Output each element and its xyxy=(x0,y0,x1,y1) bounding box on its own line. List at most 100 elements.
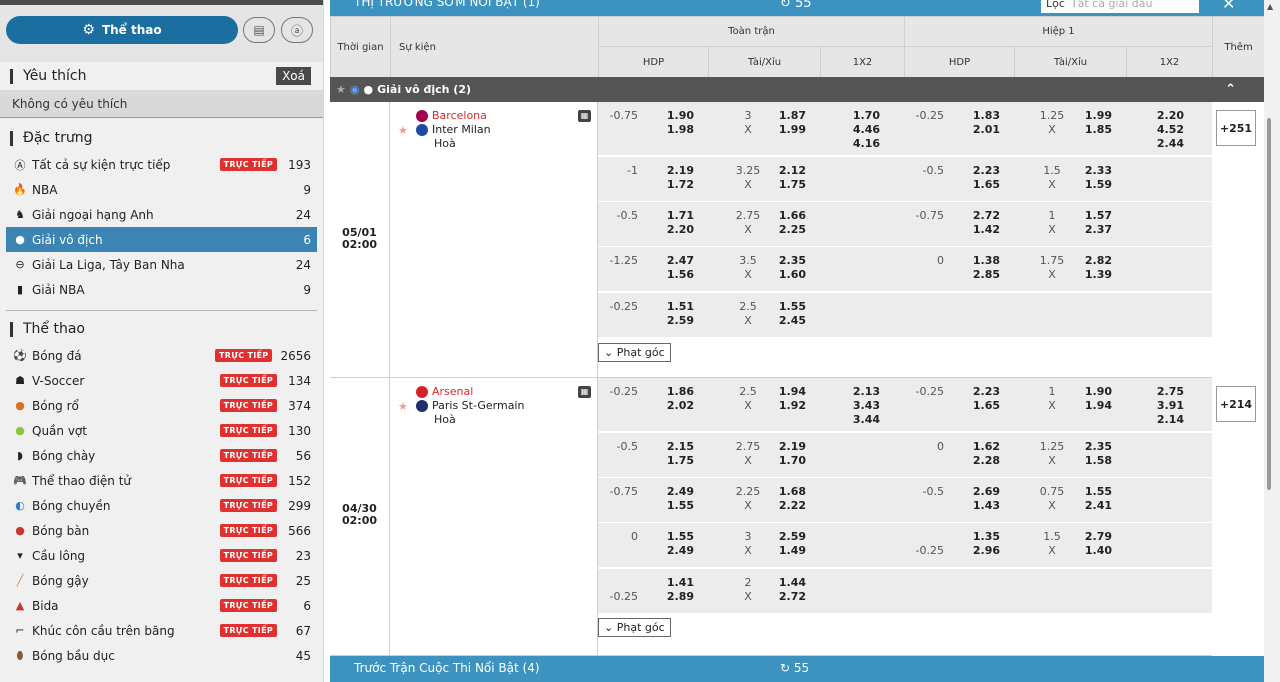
sidebar-item[interactable]: 🎮 Thể thao điện tử TRỰC TIẾP 152 xyxy=(0,468,323,493)
sidebar-item[interactable]: Ⓐ Tất cả sự kiện trực tiếp TRỰC TIẾP 193 xyxy=(0,152,323,177)
half1-over-odds[interactable]: 1.55 xyxy=(1060,485,1112,499)
half1-under-odds[interactable]: 2.41 xyxy=(1060,499,1112,513)
sidebar-item[interactable]: ● Quần vợt TRỰC TIẾP 130 xyxy=(0,418,323,443)
half1-home-odds[interactable]: 1.62 xyxy=(950,440,1000,454)
chevron-up-icon[interactable]: ⌃ xyxy=(1225,82,1236,97)
sidebar-item[interactable]: ● Bóng rổ TRỰC TIẾP 374 xyxy=(0,393,323,418)
fulltime-home-odds[interactable]: 2.19 xyxy=(644,164,694,178)
fulltime-away-odds[interactable]: 2.89 xyxy=(644,590,694,604)
sidebar-item[interactable]: 🔥 NBA 9 xyxy=(0,177,323,202)
half1-under-odds[interactable]: 1.40 xyxy=(1060,544,1112,558)
half1-home-odds[interactable]: 2.23 xyxy=(950,164,1000,178)
stats-icon[interactable]: ▦ xyxy=(578,386,591,398)
half1-home-odds[interactable]: 1.35 xyxy=(950,530,1000,544)
betslip-button[interactable]: ▤ xyxy=(243,17,275,43)
sidebar-item[interactable]: ◗ Bóng chày TRỰC TIẾP 56 xyxy=(0,443,323,468)
half1-over-odds[interactable]: 1.90 xyxy=(1060,385,1112,399)
home-team[interactable]: Barcelona xyxy=(416,109,487,123)
fulltime-1x2-home[interactable]: 1.70 xyxy=(830,109,880,123)
half1-away-odds[interactable]: 2.96 xyxy=(950,544,1000,558)
fulltime-under-odds[interactable]: 1.49 xyxy=(758,544,806,558)
sidebar-item[interactable]: ♞ Giải ngoại hạng Anh 24 xyxy=(0,202,323,227)
fulltime-away-odds[interactable]: 1.98 xyxy=(644,123,694,137)
fulltime-over-odds[interactable]: 1.55 xyxy=(758,300,806,314)
sidebar-item[interactable]: ☗ V-Soccer TRỰC TIẾP 134 xyxy=(0,368,323,393)
half1-over-odds[interactable]: 2.35 xyxy=(1060,440,1112,454)
fulltime-away-odds[interactable]: 1.55 xyxy=(644,499,694,513)
half1-away-odds[interactable]: 1.65 xyxy=(950,178,1000,192)
featured-prematch-bar[interactable]: Trước Trận Cuộc Thi Nổi Bật (4) ↻ 55 xyxy=(330,656,1264,682)
sidebar-item[interactable]: ⬮ Bóng bầu dục 45 xyxy=(0,643,323,668)
half1-1x2-draw[interactable]: 2.14 xyxy=(1138,413,1184,427)
sidebar-item[interactable]: ● Giải vô địch 6 xyxy=(6,227,317,252)
fulltime-over-odds[interactable]: 1.87 xyxy=(758,109,806,123)
sidebar-item[interactable]: ⚽ Bóng đá TRỰC TIẾP 2656 xyxy=(0,343,323,368)
sidebar-item[interactable]: ▲ Bida TRỰC TIẾP 6 xyxy=(0,593,323,618)
away-team[interactable]: Paris St-Germain xyxy=(416,399,524,413)
more-markets-button[interactable]: +214 xyxy=(1216,386,1256,422)
half1-away-odds[interactable]: 2.85 xyxy=(950,268,1000,282)
account-button[interactable]: ⓐ xyxy=(281,17,313,43)
fulltime-home-odds[interactable]: 2.15 xyxy=(644,440,694,454)
fulltime-under-odds[interactable]: 1.75 xyxy=(758,178,806,192)
footer-refresh[interactable]: ↻ 55 xyxy=(780,661,809,675)
half1-home-odds[interactable]: 2.69 xyxy=(950,485,1000,499)
sidebar-item[interactable]: ⊖ Giải La Liga, Tây Ban Nha 24 xyxy=(0,252,323,277)
half1-home-odds[interactable]: 1.38 xyxy=(950,254,1000,268)
fulltime-home-odds[interactable]: 1.51 xyxy=(644,300,694,314)
fulltime-away-odds[interactable]: 2.59 xyxy=(644,314,694,328)
fulltime-1x2-draw[interactable]: 4.16 xyxy=(830,137,880,151)
half1-over-odds[interactable]: 2.79 xyxy=(1060,530,1112,544)
fulltime-1x2-home[interactable]: 2.13 xyxy=(830,385,880,399)
half1-away-odds[interactable]: 1.42 xyxy=(950,223,1000,237)
refresh-button[interactable]: ↻ 55 xyxy=(780,0,812,11)
fulltime-over-odds[interactable]: 2.19 xyxy=(758,440,806,454)
fulltime-home-odds[interactable]: 1.55 xyxy=(644,530,694,544)
fulltime-under-odds[interactable]: 1.92 xyxy=(758,399,806,413)
half1-under-odds[interactable]: 1.85 xyxy=(1060,123,1112,137)
half1-away-odds[interactable]: 1.65 xyxy=(950,399,1000,413)
half1-under-odds[interactable]: 1.59 xyxy=(1060,178,1112,192)
corner-toggle-button[interactable]: ⌄ Phạt góc xyxy=(598,343,671,362)
fulltime-over-odds[interactable]: 2.35 xyxy=(758,254,806,268)
fulltime-away-odds[interactable]: 1.72 xyxy=(644,178,694,192)
scrollbar-thumb[interactable] xyxy=(1267,118,1271,490)
sidebar-item[interactable]: ⌐ Khúc côn cầu trên băng TRỰC TIẾP 67 xyxy=(0,618,323,643)
fulltime-under-odds[interactable]: 2.22 xyxy=(758,499,806,513)
fulltime-1x2-draw[interactable]: 3.44 xyxy=(830,413,880,427)
league-filter-select[interactable]: Lọc Tất cả giải đấu xyxy=(1041,0,1199,13)
half1-home-odds[interactable]: 2.23 xyxy=(950,385,1000,399)
fulltime-over-odds[interactable]: 1.44 xyxy=(758,576,806,590)
corner-toggle-button[interactable]: ⌄ Phạt góc xyxy=(598,618,671,637)
sidebar-item[interactable]: ▾ Cầu lông TRỰC TIẾP 23 xyxy=(0,543,323,568)
half1-over-odds[interactable]: 1.99 xyxy=(1060,109,1112,123)
half1-1x2-away[interactable]: 3.91 xyxy=(1138,399,1184,413)
half1-over-odds[interactable]: 2.33 xyxy=(1060,164,1112,178)
fulltime-home-odds[interactable]: 2.47 xyxy=(644,254,694,268)
fulltime-home-odds[interactable]: 1.41 xyxy=(644,576,694,590)
half1-over-odds[interactable]: 1.57 xyxy=(1060,209,1112,223)
fulltime-over-odds[interactable]: 2.12 xyxy=(758,164,806,178)
sidebar-item[interactable]: ◐ Bóng chuyền TRỰC TIẾP 299 xyxy=(0,493,323,518)
home-team[interactable]: Arsenal xyxy=(416,385,473,399)
fulltime-1x2-away[interactable]: 4.46 xyxy=(830,123,880,137)
sports-tab-button[interactable]: ⚙ Thể thao xyxy=(6,16,238,44)
half1-under-odds[interactable]: 1.94 xyxy=(1060,399,1112,413)
away-team[interactable]: Inter Milan xyxy=(416,123,491,137)
half1-under-odds[interactable]: 2.37 xyxy=(1060,223,1112,237)
stats-icon[interactable]: ▦ xyxy=(578,110,591,122)
scroll-up-icon[interactable]: ▲ xyxy=(1267,2,1273,11)
half1-1x2-home[interactable]: 2.20 xyxy=(1138,109,1184,123)
half1-1x2-home[interactable]: 2.75 xyxy=(1138,385,1184,399)
half1-over-odds[interactable]: 2.82 xyxy=(1060,254,1112,268)
fulltime-over-odds[interactable]: 1.66 xyxy=(758,209,806,223)
fulltime-under-odds[interactable]: 2.25 xyxy=(758,223,806,237)
fulltime-under-odds[interactable]: 1.70 xyxy=(758,454,806,468)
fulltime-1x2-away[interactable]: 3.43 xyxy=(830,399,880,413)
fulltime-over-odds[interactable]: 2.59 xyxy=(758,530,806,544)
half1-away-odds[interactable]: 2.01 xyxy=(950,123,1000,137)
star-icon[interactable]: ★ xyxy=(336,83,346,96)
league-row[interactable]: ★ ◉ ● Giải vô địch (2) ⌃ xyxy=(330,77,1264,102)
fulltime-under-odds[interactable]: 2.72 xyxy=(758,590,806,604)
half1-under-odds[interactable]: 1.39 xyxy=(1060,268,1112,282)
